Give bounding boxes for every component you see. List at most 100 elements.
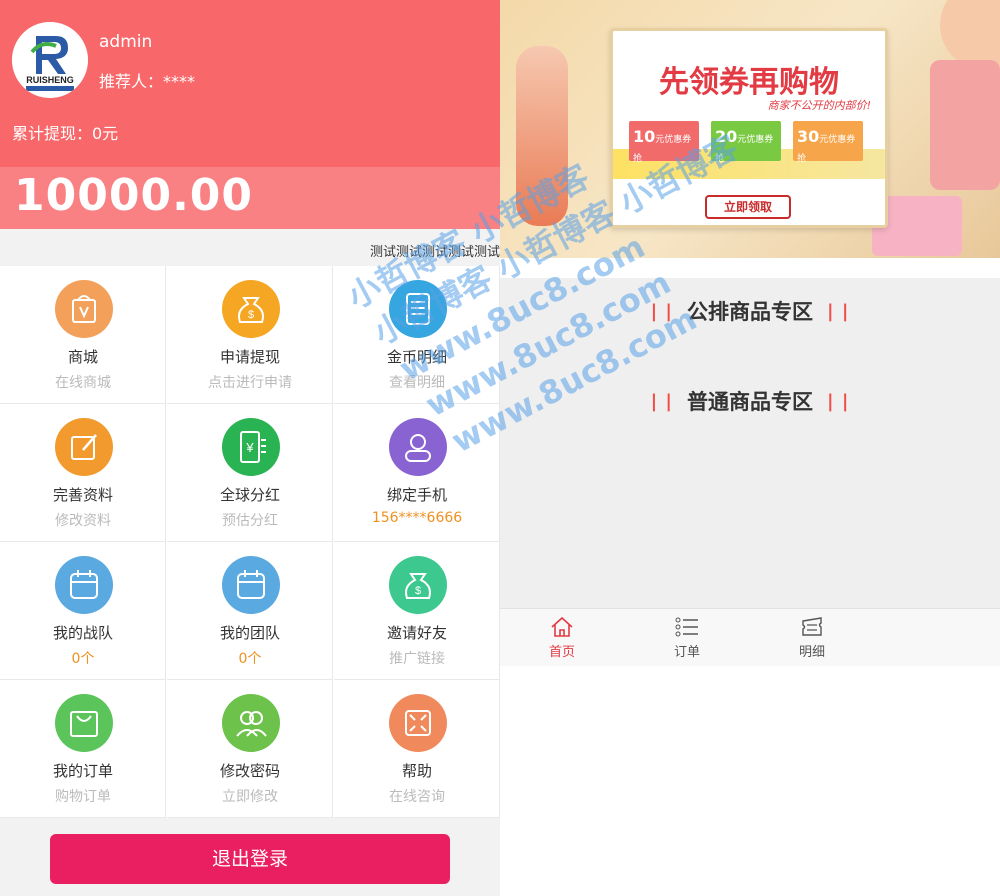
money-bag-icon: $ bbox=[389, 556, 447, 614]
tab-label: 订单 bbox=[673, 645, 700, 660]
menu-item[interactable]: 绑定手机 156****6666 bbox=[334, 404, 500, 542]
bag-icon bbox=[55, 694, 113, 752]
menu-item-title: 全球分红 bbox=[219, 486, 280, 504]
logo-text: RUISHENG bbox=[26, 75, 74, 85]
menu-item[interactable]: $ 申请提现点击进行申请 bbox=[167, 266, 333, 404]
menu-item[interactable]: 商城 在线商城 bbox=[0, 266, 166, 404]
coupon-ticket[interactable]: 10元优惠券 抢 bbox=[629, 121, 699, 164]
money-bag-icon: $ bbox=[222, 280, 280, 338]
menu-item-title: 我的订单 bbox=[52, 762, 113, 780]
banner-headline: 先领券再购物 bbox=[659, 65, 839, 100]
menu-item-title: 修改密码 bbox=[219, 762, 280, 780]
user-center-panel: RUISHENG admin 推荐人：**** 累计提现：0元 10000.00… bbox=[0, 0, 500, 896]
expand-icon bbox=[389, 694, 447, 752]
menu-item-title: 商城 bbox=[67, 348, 98, 366]
menu-item[interactable]: 我的战队 0个 bbox=[0, 542, 166, 680]
coupon-action: 抢 bbox=[633, 154, 643, 164]
tab-home[interactable]: 首页 bbox=[532, 615, 592, 660]
claim-button[interactable]: 立即领取 bbox=[705, 195, 791, 219]
coupon-label: 元优惠券 bbox=[819, 135, 856, 145]
balance-amount: 10000.00 bbox=[14, 170, 254, 221]
coupon-action: 抢 bbox=[797, 154, 807, 164]
coupon-label: 元优惠券 bbox=[655, 135, 692, 145]
home-panel: 先领券再购物 商家不公开的内部价! 10元优惠券 抢 20元优惠券 抢 30元优惠券… bbox=[500, 0, 1000, 896]
coupon-card: 先领券再购物 商家不公开的内部价! 10元优惠券 抢 20元优惠券 抢 30元优惠券… bbox=[610, 28, 888, 228]
ruisheng-logo-icon: RUISHENG bbox=[12, 22, 88, 98]
zone-label: 普通商品专区 bbox=[687, 390, 813, 414]
calendar-icon bbox=[55, 556, 113, 614]
bottom-tab-bar: 首页 订单 明细 bbox=[500, 608, 1000, 666]
phone-image bbox=[930, 60, 1000, 190]
bars-icon: | | bbox=[650, 391, 673, 412]
zone-label: 公排商品专区 bbox=[687, 300, 813, 324]
tab-details[interactable]: 明细 bbox=[782, 615, 842, 660]
menu-item-subtitle: 修改资料 bbox=[55, 513, 111, 529]
menu-item-title: 申请提现 bbox=[219, 348, 280, 366]
zones-area: | | 公排商品专区 | | | | 普通商品专区 | | bbox=[500, 278, 1000, 608]
coupon-amount: 10 bbox=[633, 127, 656, 146]
juicer-image bbox=[516, 46, 568, 226]
menu-item[interactable]: 金币明细 查看明细 bbox=[334, 266, 500, 404]
menu-item-title: 邀请好友 bbox=[386, 624, 447, 642]
announcement-marquee: 测试测试测试测试测试 bbox=[369, 245, 500, 260]
calendar-icon bbox=[222, 556, 280, 614]
menu-item[interactable]: 完善资料 修改资料 bbox=[0, 404, 166, 542]
referrer: 推荐人：**** bbox=[99, 72, 196, 91]
coupon-ticket[interactable]: 20元优惠券 抢 bbox=[711, 121, 781, 164]
menu-item-subtitle: 在线商城 bbox=[55, 375, 111, 391]
home-icon bbox=[551, 616, 573, 637]
menu-item-title: 金币明细 bbox=[386, 348, 447, 366]
menu-item-subtitle: 0个 bbox=[71, 651, 95, 667]
menu-item-subtitle: 查看明细 bbox=[389, 375, 445, 391]
coupon-ticket[interactable]: 30元优惠券 抢 bbox=[793, 121, 863, 164]
total-withdrawn: 累计提现：0元 bbox=[12, 124, 119, 143]
document-icon bbox=[389, 280, 447, 338]
menu-item[interactable]: ¥ 全球分红预估分红 bbox=[167, 404, 333, 542]
menu-item-subtitle: 立即修改 bbox=[222, 789, 278, 805]
bars-icon: | | bbox=[827, 301, 850, 322]
menu-item-title: 完善资料 bbox=[52, 486, 113, 504]
menu-item-subtitle: 预估分红 bbox=[222, 513, 278, 529]
username: admin bbox=[99, 32, 153, 52]
avatar[interactable]: RUISHENG bbox=[12, 22, 88, 98]
banner-tagline: 商家不公开的内部价! bbox=[767, 99, 871, 112]
coupon-action: 抢 bbox=[715, 154, 725, 164]
bars-icon: | | bbox=[827, 391, 850, 412]
tab-label: 明细 bbox=[798, 645, 825, 660]
menu-item-title: 帮助 bbox=[401, 762, 432, 780]
menu-item-subtitle: 点击进行申请 bbox=[208, 375, 292, 391]
function-grid: 商城在线商城 $ 申请提现点击进行申请 金币明细查看明细完善资料修改资料 ¥ 全球分红预估… bbox=[0, 266, 500, 818]
tab-label: 首页 bbox=[548, 645, 575, 660]
menu-item[interactable]: 我的团队 0个 bbox=[167, 542, 333, 680]
menu-item-subtitle: 购物订单 bbox=[55, 789, 111, 805]
menu-item-subtitle: 0个 bbox=[238, 651, 262, 667]
zone-public[interactable]: | | 公排商品专区 | | bbox=[500, 296, 1000, 326]
menu-item[interactable]: 帮助 在线咨询 bbox=[334, 680, 500, 818]
menu-item[interactable]: 修改密码 立即修改 bbox=[167, 680, 333, 818]
menu-item-title: 绑定手机 bbox=[386, 486, 447, 504]
zone-normal[interactable]: | | 普通商品专区 | | bbox=[500, 386, 1000, 416]
promo-banner[interactable]: 先领券再购物 商家不公开的内部价! 10元优惠券 抢 20元优惠券 抢 30元优惠券… bbox=[500, 0, 1000, 258]
bars-icon: | | bbox=[650, 301, 673, 322]
yuan-phone-icon: ¥ bbox=[222, 418, 280, 476]
menu-item-subtitle: 156****6666 bbox=[371, 510, 463, 526]
tab-orders[interactable]: 订单 bbox=[657, 615, 717, 660]
menu-item[interactable]: 我的订单 购物订单 bbox=[0, 680, 166, 818]
menu-item-title: 我的战队 bbox=[52, 624, 113, 642]
svg-text:$: $ bbox=[415, 585, 421, 597]
svg-text:$: $ bbox=[248, 309, 254, 321]
users-icon bbox=[222, 694, 280, 752]
user-badge-icon bbox=[389, 418, 447, 476]
ticket-icon bbox=[802, 617, 822, 636]
menu-item-title: 我的团队 bbox=[219, 624, 280, 642]
menu-item[interactable]: $ 邀请好友推广链接 bbox=[334, 542, 500, 680]
coupon-amount: 30 bbox=[797, 127, 820, 146]
coupon-label: 元优惠券 bbox=[737, 135, 774, 145]
menu-item-subtitle: 在线咨询 bbox=[389, 789, 445, 805]
list-icon bbox=[675, 617, 698, 637]
logout-button[interactable]: 退出登录 bbox=[50, 834, 450, 884]
edit-icon bbox=[55, 418, 113, 476]
shopping-bag-icon bbox=[55, 280, 113, 338]
menu-item-subtitle: 推广链接 bbox=[389, 651, 445, 667]
svg-text:¥: ¥ bbox=[245, 440, 254, 455]
